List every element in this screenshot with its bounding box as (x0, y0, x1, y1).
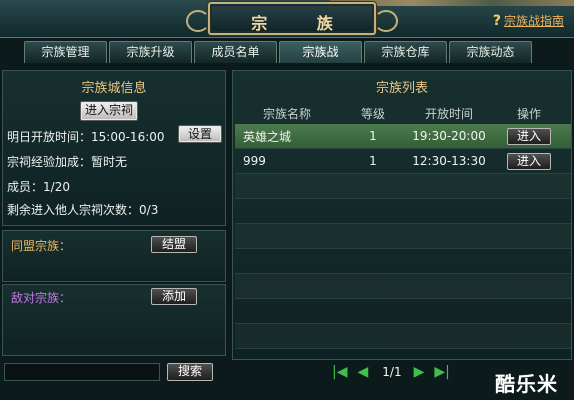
pagination: |◀ ◀ 1/1 ▶ ▶| (332, 362, 472, 382)
table-row[interactable]: 999 1 12:30-13:30 进入 (235, 149, 571, 174)
clan-level-cell: 1 (369, 129, 377, 143)
ally-clan-label: 同盟宗族： (11, 239, 72, 253)
clan-city-info-title: 宗族城信息 (81, 81, 147, 96)
clan-list-panel: 宗族列表 宗族名称 等级 开放时间 操作 英雄之城 1 19:30-20:00 … (232, 70, 572, 360)
enter-clan-button[interactable]: 进入 (507, 127, 551, 145)
watermark: 酷乐米 (495, 372, 558, 396)
remaining-entries-row: 剩余进入他人宗祠次数：0/3 (7, 201, 158, 218)
column-header-level: 等级 (360, 107, 385, 121)
table-row-empty (235, 324, 571, 349)
tab-clan-upgrade[interactable]: 宗族升级 (109, 41, 192, 63)
remaining-entries-value: 0/3 (139, 203, 159, 217)
clan-list-title: 宗族列表 (375, 81, 428, 96)
column-header-open-time: 开放时间 (424, 107, 473, 121)
page-indicator: 1/1 (382, 365, 402, 379)
guide-link[interactable]: ? 宗族战指南 (493, 12, 564, 29)
clan-level-cell: 1 (369, 154, 377, 168)
remaining-entries-label: 剩余进入他人宗祠次数： (7, 203, 140, 217)
clan-open-time-cell: 19:30-20:00 (412, 129, 486, 143)
enemy-clan-panel: 敌对宗族： 添加 (2, 284, 226, 356)
exp-bonus-value: 暂时无 (91, 155, 128, 169)
clan-name-cell: 英雄之城 (243, 129, 292, 144)
enter-clan-button[interactable]: 进入 (507, 152, 551, 170)
clan-action-cell: 进入 (491, 127, 567, 145)
title-plaque: 宗 族 (186, 2, 398, 35)
open-time-row: 明日开放时间：15:00-16:00 (7, 128, 165, 145)
open-time-label: 明日开放时间： (7, 130, 92, 144)
last-page-icon[interactable]: ▶| (434, 364, 449, 380)
clan-name-cell: 999 (243, 154, 266, 168)
enemy-clan-label: 敌对宗族： (11, 291, 72, 305)
enter-ancestral-hall-button[interactable]: 进入宗祠 (80, 101, 138, 121)
help-icon: ? (492, 13, 501, 29)
table-row-empty (235, 249, 571, 274)
next-page-icon[interactable]: ▶ (414, 364, 425, 380)
table-row[interactable]: 英雄之城 1 19:30-20:00 进入 (235, 124, 571, 149)
table-row-empty (235, 299, 571, 324)
tab-bar: 宗族管理 宗族升级 成员名单 宗族战 宗族仓库 宗族动态 (24, 41, 532, 63)
exp-bonus-label: 宗祠经验加成： (7, 155, 92, 169)
table-row-empty (235, 199, 571, 224)
first-page-icon[interactable]: |◀ (332, 364, 347, 380)
exp-bonus-row: 宗祠经验加成：暂时无 (7, 153, 127, 170)
members-value: 1/20 (43, 180, 70, 194)
prev-page-icon[interactable]: ◀ (357, 364, 368, 380)
tab-clan-warehouse[interactable]: 宗族仓库 (364, 41, 447, 63)
table-row-empty (235, 224, 571, 249)
search-input[interactable] (4, 363, 160, 381)
form-alliance-button[interactable]: 结盟 (151, 236, 197, 253)
ally-clan-panel: 同盟宗族： 结盟 (2, 230, 226, 282)
title-bar: 宗 族 ? 宗族战指南 (0, 0, 574, 38)
clan-open-time-cell: 12:30-13:30 (412, 154, 486, 168)
column-header-action: 操作 (516, 107, 541, 121)
column-header-name: 宗族名称 (262, 107, 311, 121)
add-enemy-button[interactable]: 添加 (151, 288, 197, 305)
window-title: 宗 族 (251, 14, 355, 33)
clan-city-info-panel: 宗族城信息 进入宗祠 明日开放时间：15:00-16:00 设置 宗祠经验加成：… (2, 70, 226, 226)
members-label: 成员： (7, 180, 44, 194)
table-row-empty (235, 174, 571, 199)
tab-clan-war[interactable]: 宗族战 (279, 41, 362, 63)
tab-member-list[interactable]: 成员名单 (194, 41, 277, 63)
search-button[interactable]: 搜索 (167, 363, 213, 381)
clan-table: 英雄之城 1 19:30-20:00 进入 999 1 12:30-13:30 … (235, 124, 571, 349)
guide-link-text[interactable]: 宗族战指南 (504, 14, 564, 28)
settings-button[interactable]: 设置 (178, 125, 222, 143)
clan-table-header: 宗族名称 等级 开放时间 操作 (235, 104, 571, 124)
tab-clan-management[interactable]: 宗族管理 (24, 41, 107, 63)
open-time-value: 15:00-16:00 (91, 130, 165, 144)
clan-action-cell: 进入 (491, 152, 567, 170)
members-row: 成员：1/20 (7, 178, 70, 195)
table-row-empty (235, 274, 571, 299)
tab-clan-news[interactable]: 宗族动态 (449, 41, 532, 63)
